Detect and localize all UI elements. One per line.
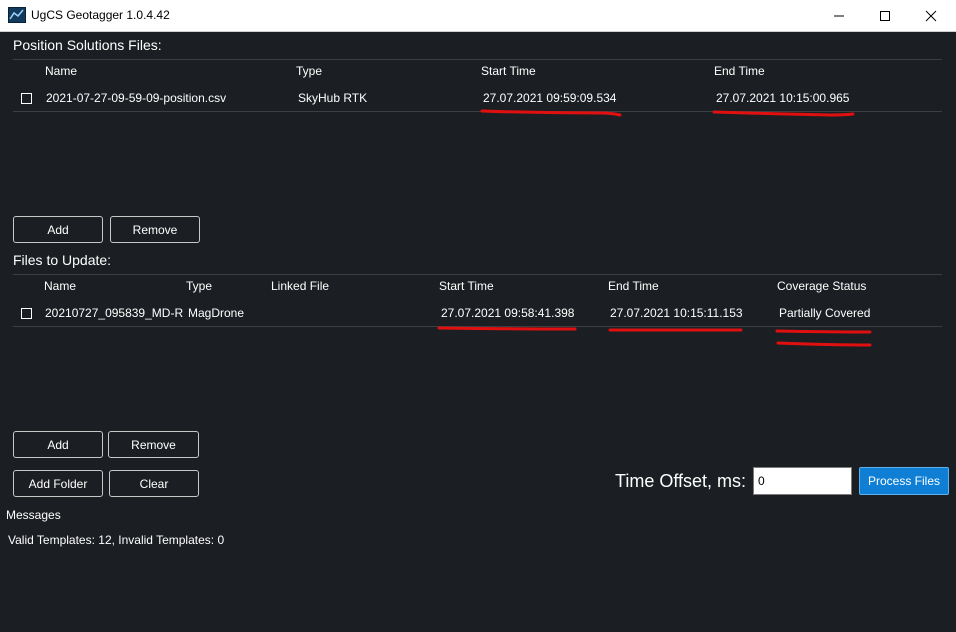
close-button[interactable] [908, 0, 954, 31]
window-title: UgCS Geotagger 1.0.4.42 [31, 8, 170, 22]
app-icon [8, 7, 26, 23]
clear-button[interactable]: Clear [109, 470, 199, 497]
row-end-time: 27.07.2021 10:15:11.153 [610, 306, 743, 320]
table-row[interactable]: 20210727_095839_MD-R3 MagDrone 27.07.202… [13, 300, 942, 327]
time-offset-input[interactable] [753, 467, 852, 495]
column-header-start-time[interactable]: Start Time [481, 64, 536, 78]
column-header-name[interactable]: Name [44, 279, 76, 293]
table-row[interactable]: 2021-07-27-09-59-09-position.csv SkyHub … [13, 85, 942, 112]
row-type: MagDrone [188, 306, 245, 320]
position-files-grid: Name Type Start Time End Time 2021-07-27… [13, 59, 942, 112]
title-bar: UgCS Geotagger 1.0.4.42 [0, 0, 956, 32]
minimize-icon [834, 15, 844, 17]
time-offset-label: Time Offset, ms: [615, 471, 747, 491]
annotation-underline [712, 110, 855, 117]
maximize-button[interactable] [862, 0, 908, 31]
row-checkbox[interactable] [21, 93, 32, 104]
row-type: SkyHub RTK [298, 91, 368, 105]
update-files-label: Files to Update: [13, 252, 112, 268]
remove-position-file-button[interactable]: Remove [110, 216, 200, 243]
row-start-time: 27.07.2021 09:59:09.534 [483, 91, 617, 105]
row-name: 20210727_095839_MD-R3 [45, 306, 183, 320]
column-header-type[interactable]: Type [186, 279, 212, 293]
update-files-grid: Name Type Linked File Start Time End Tim… [13, 274, 942, 327]
row-name: 2021-07-27-09-59-09-position.csv [46, 91, 227, 105]
column-header-end-time[interactable]: End Time [608, 279, 659, 293]
minimize-button[interactable] [816, 0, 862, 31]
column-header-linked-file[interactable]: Linked File [271, 279, 329, 293]
maximize-icon [880, 11, 890, 21]
add-position-file-button[interactable]: Add [13, 216, 103, 243]
column-header-coverage-status[interactable]: Coverage Status [777, 279, 866, 293]
messages-text: Valid Templates: 12, Invalid Templates: … [8, 533, 225, 547]
annotation-underline [437, 326, 577, 331]
add-update-file-button[interactable]: Add [13, 431, 103, 458]
row-start-time: 27.07.2021 09:58:41.398 [441, 306, 575, 320]
grid-header: Name Type Start Time End Time [13, 59, 942, 85]
messages-label: Messages [6, 508, 61, 522]
row-end-time: 27.07.2021 10:15:00.965 [716, 91, 850, 105]
row-coverage-status: Partially Covered [779, 306, 871, 320]
annotation-underline [776, 341, 872, 347]
column-header-end-time[interactable]: End Time [714, 64, 765, 78]
process-files-button[interactable]: Process Files [859, 467, 949, 495]
annotation-underline [775, 329, 872, 334]
column-header-name[interactable]: Name [45, 64, 77, 78]
add-folder-button[interactable]: Add Folder [13, 470, 103, 497]
remove-update-file-button[interactable]: Remove [108, 431, 199, 458]
column-header-type[interactable]: Type [296, 64, 322, 78]
row-checkbox[interactable] [21, 308, 32, 319]
position-files-label: Position Solutions Files: [13, 37, 162, 53]
column-header-start-time[interactable]: Start Time [439, 279, 494, 293]
close-icon [925, 10, 937, 22]
grid-header: Name Type Linked File Start Time End Tim… [13, 274, 942, 300]
